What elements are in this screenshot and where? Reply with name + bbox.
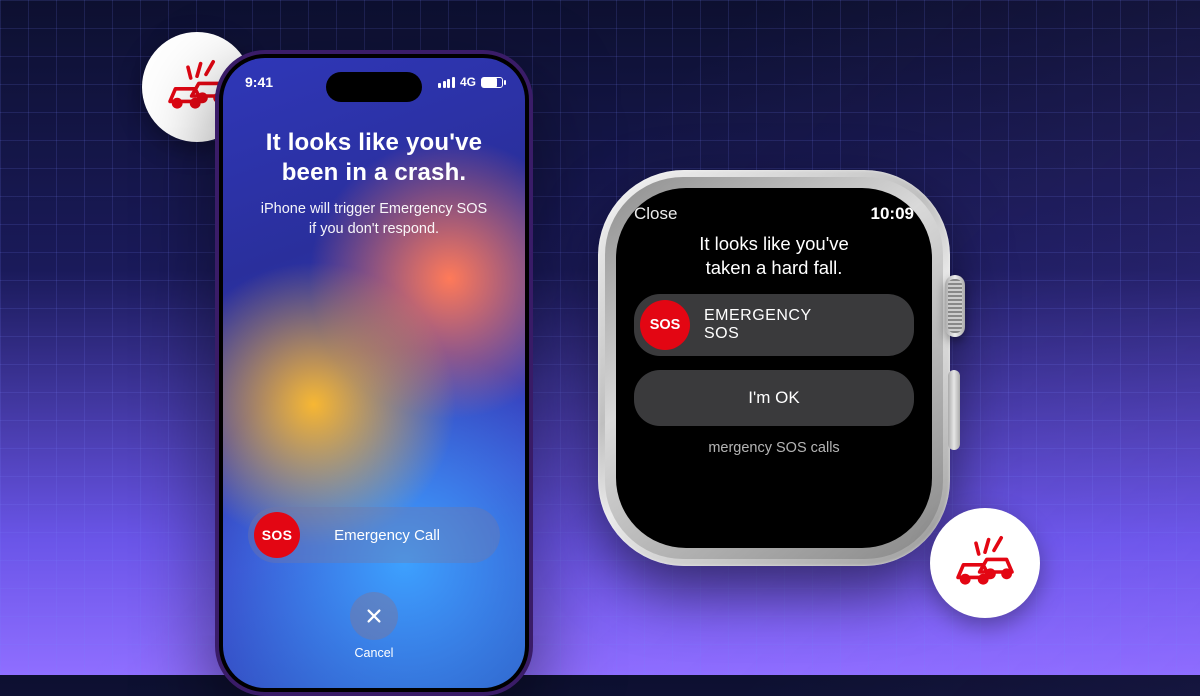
watch-screen: Close 10:09 It looks like you've taken a…: [616, 188, 932, 548]
watch-crown[interactable]: [945, 275, 965, 337]
signal-icon: [438, 77, 455, 88]
im-ok-button[interactable]: I'm OK: [634, 370, 914, 426]
watch-device: Close 10:09 It looks like you've taken a…: [598, 170, 950, 566]
emergency-sos-label: EMERGENCY SOS: [704, 307, 812, 344]
crash-subtitle: iPhone will trigger Emergency SOS if you…: [261, 200, 487, 239]
sos-icon[interactable]: SOS: [640, 300, 690, 350]
cancel-button[interactable]: [350, 592, 398, 640]
close-icon: [365, 607, 383, 625]
cancel-label: Cancel: [355, 646, 394, 660]
emergency-call-slider[interactable]: SOS Emergency Call: [248, 507, 500, 563]
emergency-call-label: Emergency Call: [300, 527, 494, 544]
dynamic-island: [326, 72, 422, 102]
status-time: 9:41: [245, 74, 273, 90]
watch-time: 10:09: [871, 204, 914, 224]
network-label: 4G: [460, 75, 476, 89]
iphone-screen: 9:41 4G It looks like you've been in a c…: [223, 58, 525, 688]
fall-message: It looks like you've taken a hard fall.: [634, 232, 914, 280]
iphone-device: 9:41 4G It looks like you've been in a c…: [215, 50, 533, 696]
watch-close-button[interactable]: Close: [634, 204, 677, 224]
crash-badge-br: [930, 508, 1040, 618]
watch-side-button[interactable]: [948, 370, 960, 450]
sos-icon[interactable]: SOS: [254, 512, 300, 558]
crash-icon: [949, 527, 1021, 599]
watch-footer-text: mergency SOS calls: [634, 440, 914, 458]
crash-title: It looks like you've been in a crash.: [261, 128, 487, 188]
emergency-sos-button[interactable]: SOS EMERGENCY SOS: [634, 294, 914, 356]
battery-icon: [481, 77, 503, 88]
